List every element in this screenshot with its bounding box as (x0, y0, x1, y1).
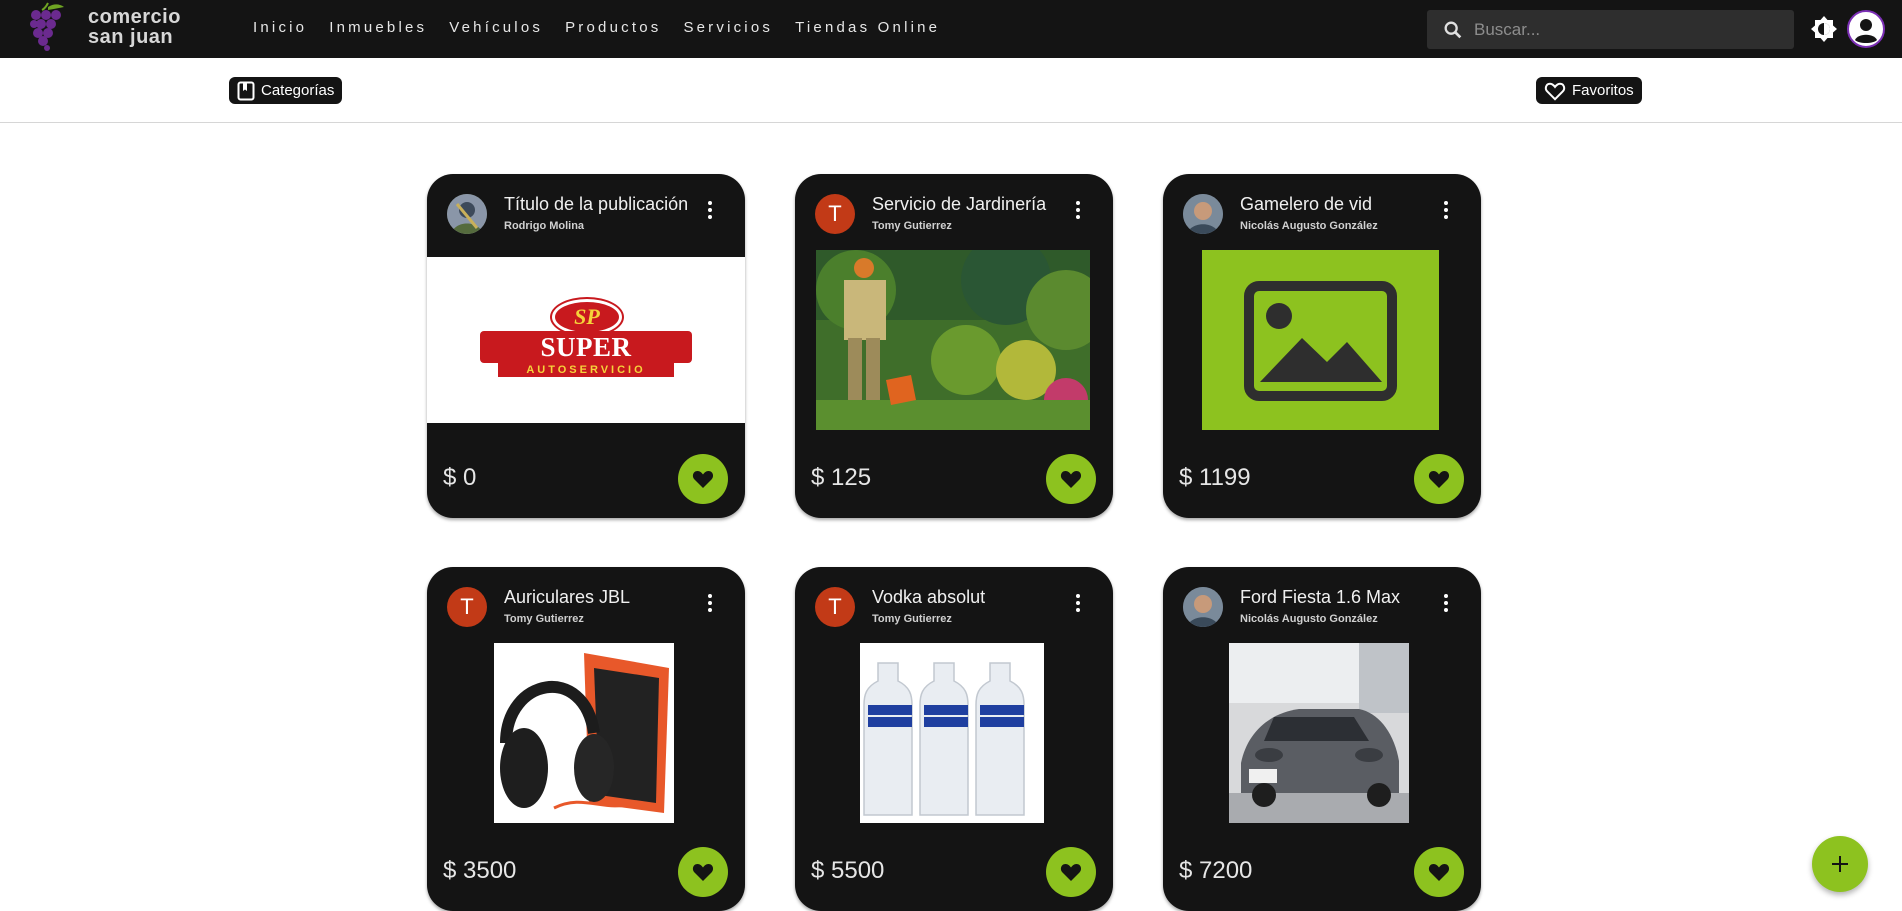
listing-image[interactable] (816, 250, 1090, 430)
listing-author: Tomy Gutierrez (504, 613, 584, 625)
more-options-icon[interactable] (1075, 200, 1081, 220)
favorites-button[interactable]: Favoritos (1536, 77, 1642, 104)
add-listing-button[interactable] (1812, 836, 1868, 892)
brand-line-1: comercio (88, 6, 181, 28)
listing-price: $ 125 (811, 464, 872, 491)
listing-author: Tomy Gutierrez (872, 613, 952, 625)
nav-item-tiendas-online[interactable]: Tiendas Online (795, 19, 940, 36)
avatar-initial: T (460, 594, 474, 619)
listing-card[interactable]: Gamelero de vid Nicolás Augusto González… (1163, 174, 1481, 518)
heart-icon (1428, 864, 1450, 881)
nav-item-vehiculos[interactable]: Vehículos (449, 19, 543, 36)
listing-title[interactable]: Servicio de Jardinería (872, 194, 1057, 215)
more-options-icon[interactable] (707, 593, 713, 613)
avatar-initial: T (828, 594, 842, 619)
plus-icon (1832, 856, 1848, 872)
heart-icon (1060, 471, 1082, 488)
listing-author: Nicolás Augusto González (1240, 613, 1378, 625)
brightness-icon[interactable] (1810, 15, 1838, 43)
more-options-icon[interactable] (1075, 593, 1081, 613)
nav-item-inicio[interactable]: Inicio (253, 19, 307, 36)
account-circle-icon[interactable] (1847, 10, 1885, 48)
categories-label: Categorías (261, 82, 335, 99)
avatar: T (815, 587, 855, 627)
avatar: T (815, 194, 855, 234)
heart-icon (1060, 864, 1082, 881)
favorite-button[interactable] (1046, 847, 1096, 897)
avatar (1183, 587, 1223, 627)
sub-toolbar: Categorías Favoritos (0, 58, 1902, 123)
listing-price: $ 0 (443, 464, 477, 491)
image-placeholder-icon[interactable] (1202, 250, 1439, 430)
favorite-button[interactable] (678, 847, 728, 897)
listing-author: Tomy Gutierrez (872, 220, 952, 232)
listing-author: Rodrigo Molina (504, 220, 585, 232)
listing-image[interactable] (1229, 643, 1409, 823)
listing-title[interactable]: Título de la publicación (504, 194, 689, 215)
listing-title[interactable]: Auriculares JBL (504, 587, 689, 608)
categories-button[interactable]: Categorías (229, 77, 343, 104)
nav-item-productos[interactable]: Productos (565, 19, 661, 36)
listing-title[interactable]: Gamelero de vid (1240, 194, 1425, 215)
listing-title[interactable]: Vodka absolut (872, 587, 1057, 608)
logo-sub-text: AUTOSERVICIO (498, 363, 674, 377)
more-options-icon[interactable] (1443, 593, 1449, 613)
listing-author: Nicolás Augusto González (1240, 220, 1378, 232)
avatar: T (447, 587, 487, 627)
listing-card[interactable]: T Servicio de Jardinería Tomy Gutierrez … (795, 174, 1113, 518)
avatar (1183, 194, 1223, 234)
listing-image[interactable]: SP SUPER PAULITA AUTOSERVICIO (427, 257, 745, 423)
listing-card[interactable]: T Vodka absolut Tomy Gutierrez $ 5500 (795, 567, 1113, 911)
search-box (1427, 10, 1794, 49)
main-nav: Inicio Inmuebles Vehículos Productos Ser… (253, 19, 962, 36)
nav-item-servicios[interactable]: Servicios (683, 19, 773, 36)
heart-icon (692, 471, 714, 488)
avatar (447, 194, 487, 234)
listing-price: $ 7200 (1179, 857, 1253, 884)
more-options-icon[interactable] (707, 200, 713, 220)
favorite-button[interactable] (678, 454, 728, 504)
more-options-icon[interactable] (1443, 200, 1449, 220)
listing-card[interactable]: Ford Fiesta 1.6 Max Nicolás Augusto Gonz… (1163, 567, 1481, 911)
grapes-logo-icon[interactable] (26, 1, 70, 51)
favorite-button[interactable] (1414, 454, 1464, 504)
listing-price: $ 1199 (1179, 464, 1251, 491)
logo-sp-badge: SP (552, 299, 622, 335)
favorite-button[interactable] (1046, 454, 1096, 504)
search-input[interactable] (1474, 19, 1774, 40)
heart-icon (1428, 471, 1450, 488)
logo-main-text: SUPER PAULITA (480, 331, 692, 394)
search-icon (1444, 21, 1462, 38)
listing-card[interactable]: Título de la publicación Rodrigo Molina … (427, 174, 745, 518)
top-navbar: comercio san juan Inicio Inmuebles Vehíc… (0, 0, 1902, 58)
listing-price: $ 3500 (443, 857, 517, 884)
nav-item-inmuebles[interactable]: Inmuebles (329, 19, 427, 36)
listing-image[interactable] (860, 643, 1044, 823)
heart-outline-icon (1544, 82, 1566, 101)
listing-title[interactable]: Ford Fiesta 1.6 Max (1240, 587, 1425, 608)
favorites-label: Favoritos (1572, 82, 1634, 99)
listing-price: $ 5500 (811, 857, 885, 884)
listing-image[interactable] (494, 643, 674, 823)
heart-icon (692, 864, 714, 881)
brand-name[interactable]: comercio san juan (88, 7, 181, 47)
book-icon (237, 81, 255, 100)
avatar-initial: T (828, 201, 842, 226)
brand-line-2: san juan (88, 26, 174, 48)
favorite-button[interactable] (1414, 847, 1464, 897)
listing-card[interactable]: T Auriculares JBL Tomy Gutierrez $ 3500 (427, 567, 745, 911)
